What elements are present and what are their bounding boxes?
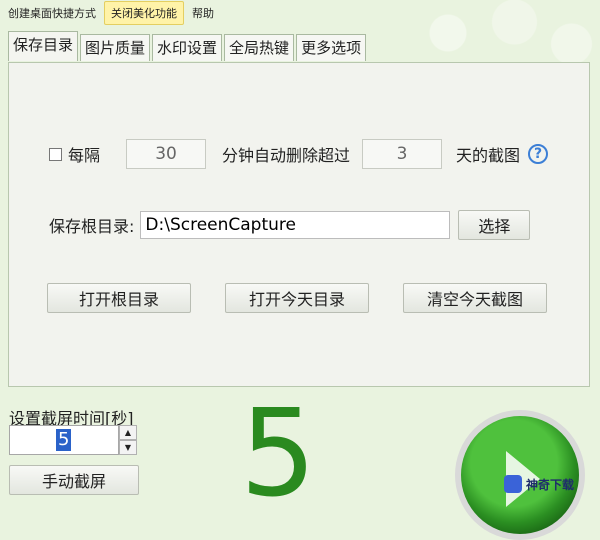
tab-bar: 保存目录 图片质量 水印设置 全局热键 更多选项: [8, 31, 368, 61]
open-today-button[interactable]: 打开今天目录: [225, 283, 369, 313]
tab-image-quality[interactable]: 图片质量: [80, 34, 151, 61]
spin-down-icon[interactable]: ▼: [119, 440, 137, 455]
tab-watermark[interactable]: 水印设置: [152, 34, 223, 61]
timer-spinbox: 5 ▲ ▼: [9, 425, 139, 457]
countdown-display: 5: [240, 385, 317, 524]
menu-create-shortcut[interactable]: 创建桌面快捷方式: [2, 2, 102, 24]
menu-bar: 创建桌面快捷方式 关闭美化功能 帮助: [0, 0, 600, 26]
timer-input[interactable]: 5: [9, 425, 119, 455]
minutes-input[interactable]: 30: [126, 139, 207, 169]
menu-help[interactable]: 帮助: [186, 2, 220, 24]
save-root-path-input[interactable]: [140, 211, 451, 239]
save-root-row: 保存根目录: 选择: [49, 210, 531, 240]
spin-up-icon[interactable]: ▲: [119, 425, 137, 440]
question-circle-icon[interactable]: ?: [528, 144, 549, 164]
choose-folder-button[interactable]: 选择: [458, 210, 531, 240]
auto-delete-row: 每隔 30 分钟自动删除超过 3 天的截图 ?: [49, 139, 549, 169]
tab-global-hotkeys[interactable]: 全局热键: [224, 34, 295, 61]
auto-delete-checkbox[interactable]: [49, 147, 62, 161]
label-every: 每隔: [68, 146, 101, 165]
site-watermark: 神奇下载: [504, 475, 574, 493]
spin-buttons: ▲ ▼: [119, 425, 137, 455]
days-input[interactable]: 3: [362, 139, 443, 169]
timer-value: 5: [56, 429, 72, 451]
settings-panel: 每隔 30 分钟自动删除超过 3 天的截图 ? 保存根目录: 选择 打开根目录 …: [8, 62, 590, 387]
open-root-button[interactable]: 打开根目录: [47, 283, 191, 313]
menu-disable-beautify[interactable]: 关闭美化功能: [104, 1, 184, 25]
save-root-label: 保存根目录:: [49, 217, 135, 236]
watermark-text: 神奇下载: [526, 477, 575, 492]
tab-more-options[interactable]: 更多选项: [296, 34, 367, 61]
label-days: 天的截图: [456, 146, 521, 165]
clear-today-button[interactable]: 清空今天截图: [403, 283, 547, 313]
label-minutes: 分钟自动删除超过: [222, 146, 351, 165]
manual-capture-button[interactable]: 手动截屏: [9, 465, 139, 495]
tab-save-directory[interactable]: 保存目录: [8, 31, 79, 61]
logo-icon: [504, 475, 522, 493]
